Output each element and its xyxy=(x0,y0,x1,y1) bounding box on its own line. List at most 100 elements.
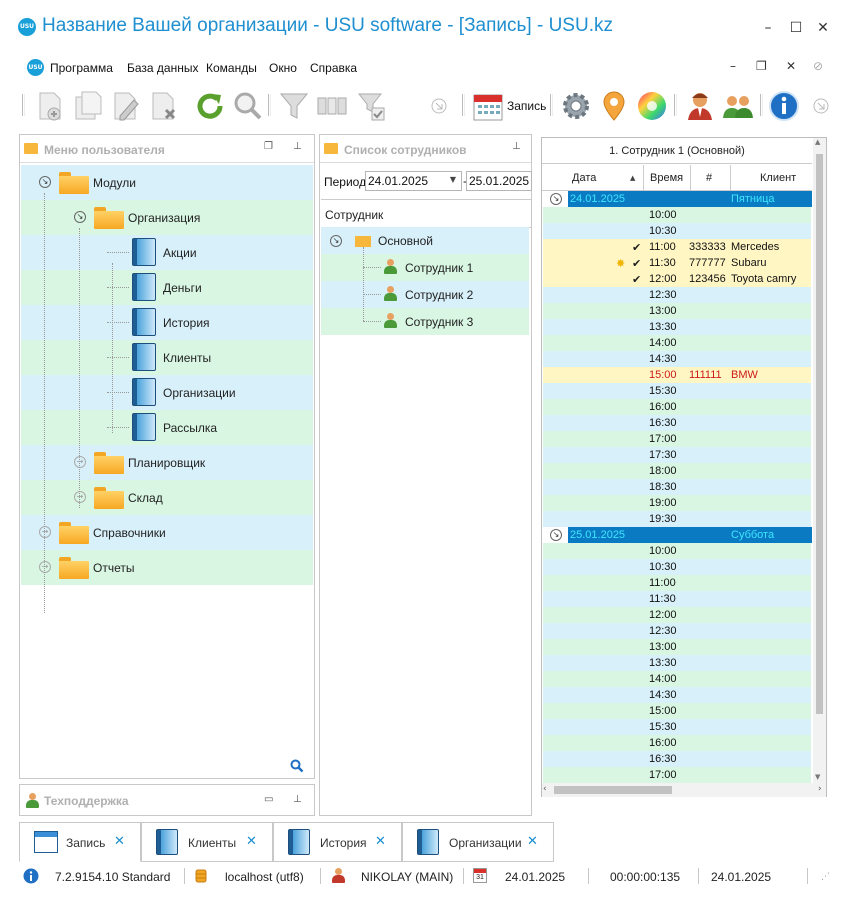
filter-icon[interactable] xyxy=(278,90,310,122)
schedule-slot-row[interactable]: 19:00 xyxy=(543,495,811,511)
employee-item[interactable]: Сотрудник 2 xyxy=(321,281,529,308)
tree-item-5[interactable]: Клиенты xyxy=(21,340,313,375)
schedule-slot-row[interactable]: 14:30 xyxy=(543,351,811,367)
expand-icon[interactable]: → xyxy=(39,526,51,538)
schedule-slot-row[interactable]: 13:30 xyxy=(543,655,811,671)
tree-item-8[interactable]: → Планировщик xyxy=(21,445,313,480)
column-client[interactable]: Клиент xyxy=(760,172,796,184)
schedule-slot-row[interactable]: 12:00 xyxy=(543,607,811,623)
calendar-icon[interactable] xyxy=(472,90,504,122)
expand-icon[interactable]: → xyxy=(39,561,51,573)
menu-program[interactable]: Программа xyxy=(50,61,113,75)
schedule-slot-row[interactable]: 18:00 xyxy=(543,463,811,479)
menu-commands[interactable]: Команды xyxy=(206,61,257,75)
employee-item[interactable]: Сотрудник 3 xyxy=(321,308,529,335)
add-icon[interactable] xyxy=(34,90,66,122)
collapse-icon[interactable]: ↘ xyxy=(39,176,51,188)
schedule-slot-row[interactable]: 13:00 xyxy=(543,303,811,319)
schedule-slot-row[interactable]: 14:30 xyxy=(543,687,811,703)
collapse-icon[interactable]: ↘ xyxy=(74,211,86,223)
tree-item-7[interactable]: Рассылка xyxy=(21,410,313,445)
column-date[interactable]: Дата xyxy=(572,172,596,184)
schedule-slot-row[interactable]: 12:30 xyxy=(543,287,811,303)
menu-database[interactable]: База данных xyxy=(127,61,198,75)
schedule-slot-row[interactable]: 17:30 xyxy=(543,447,811,463)
schedule-slot-row[interactable]: 18:30 xyxy=(543,479,811,495)
schedule-slot-row[interactable]: 12:30 xyxy=(543,623,811,639)
tree-item-2[interactable]: Акции xyxy=(21,235,313,270)
schedule-slot-row[interactable]: 10:30 xyxy=(543,223,811,239)
user-icon[interactable] xyxy=(684,90,716,122)
tab-2[interactable]: История ✕ xyxy=(273,822,402,862)
schedule-slot-row[interactable]: 15:30 xyxy=(543,383,811,399)
tab-1[interactable]: Клиенты ✕ xyxy=(141,822,273,862)
filter-columns-icon[interactable] xyxy=(316,90,348,122)
tab-3[interactable]: Организации ✕ xyxy=(402,822,554,862)
horizontal-scroll-thumb[interactable] xyxy=(554,786,672,794)
schedule-slot-row[interactable]: 15:00 xyxy=(543,703,811,719)
schedule-day-row[interactable]: ↘ 25.01.2025 Суббота xyxy=(543,527,812,543)
schedule-slot-row[interactable]: 16:00 xyxy=(543,735,811,751)
zapis-label[interactable]: Запись xyxy=(507,99,546,113)
collapse-icon[interactable]: ↘ xyxy=(330,235,342,247)
search-icon[interactable] xyxy=(290,759,304,773)
minimize-panel-icon[interactable]: ▭ xyxy=(264,794,273,805)
employee-column-header[interactable]: Сотрудник xyxy=(321,199,531,228)
vertical-scroll-thumb[interactable] xyxy=(816,154,823,714)
scroll-right-icon[interactable]: › xyxy=(818,784,822,794)
search-icon[interactable] xyxy=(232,90,264,122)
tab-close-button[interactable]: ✕ xyxy=(527,834,538,849)
tree-item-4[interactable]: История xyxy=(21,305,313,340)
app-menu-logo-icon[interactable]: USU xyxy=(27,59,44,76)
schedule-slot-row[interactable]: 10:30 xyxy=(543,559,811,575)
color-wheel-icon[interactable] xyxy=(636,90,668,122)
employee-item[interactable]: Сотрудник 1 xyxy=(321,254,529,281)
schedule-slot-row[interactable]: 19:30 xyxy=(543,511,811,527)
schedule-slot-row[interactable]: 13:30 xyxy=(543,319,811,335)
tab-close-button[interactable]: ✕ xyxy=(246,834,257,849)
scroll-up-icon[interactable]: ▲ xyxy=(815,138,820,146)
mdi-minimize-button[interactable]: – xyxy=(730,59,736,73)
column-number[interactable]: # xyxy=(706,172,712,184)
schedule-slot-row[interactable]: 16:30 xyxy=(543,415,811,431)
users-icon[interactable] xyxy=(722,90,754,122)
location-icon[interactable] xyxy=(598,90,630,122)
schedule-slot-row[interactable]: 14:00 xyxy=(543,671,811,687)
resize-grip-icon[interactable]: ⋰ xyxy=(821,872,830,882)
schedule-slot-row[interactable]: 13:00 xyxy=(543,639,811,655)
date-from-input[interactable]: 24.01.2025 ▼ xyxy=(365,171,462,191)
tree-item-0[interactable]: ↘ Модули xyxy=(21,165,313,200)
float-panel-icon[interactable]: ❐ xyxy=(264,141,273,152)
tab-close-button[interactable]: ✕ xyxy=(114,834,125,849)
schedule-slot-row[interactable]: ✔ 12:00 123456 Toyota camry xyxy=(543,271,811,287)
pin-icon[interactable]: ⊥ xyxy=(293,794,302,805)
menu-help[interactable]: Справка xyxy=(310,61,357,75)
schedule-slot-row[interactable]: 17:00 xyxy=(543,431,811,447)
collapse-icon[interactable]: ↘ xyxy=(550,193,562,205)
schedule-slot-row[interactable]: 10:00 xyxy=(543,207,811,223)
maximize-button[interactable]: ☐ xyxy=(784,16,808,40)
mdi-restore-button[interactable]: ❐ xyxy=(756,59,767,73)
tree-item-11[interactable]: → Отчеты xyxy=(21,550,313,585)
schedule-slot-row[interactable]: 11:30 xyxy=(543,591,811,607)
close-button[interactable]: ✕ xyxy=(811,16,835,40)
date-to-input[interactable]: 25.01.2025 xyxy=(466,171,532,191)
schedule-slot-row[interactable]: 16:00 xyxy=(543,399,811,415)
schedule-slot-row[interactable]: 16:30 xyxy=(543,751,811,767)
schedule-slot-row[interactable]: 10:00 xyxy=(543,543,811,559)
collapse-icon[interactable]: ↘ xyxy=(550,529,562,541)
settings-icon[interactable] xyxy=(560,90,592,122)
employee-group-row[interactable]: ↘ Основной xyxy=(321,227,529,254)
vertical-scrollbar[interactable]: ▲ ▼ xyxy=(813,138,826,783)
tab-close-button[interactable]: ✕ xyxy=(375,834,386,849)
tree-item-3[interactable]: Деньги xyxy=(21,270,313,305)
tree-item-9[interactable]: → Склад xyxy=(21,480,313,515)
pin-icon[interactable]: ⊥ xyxy=(293,141,302,152)
filter-apply-icon[interactable] xyxy=(356,90,388,122)
expand-icon[interactable]: → xyxy=(74,456,86,468)
schedule-slot-row[interactable]: 14:00 xyxy=(543,335,811,351)
tree-item-10[interactable]: → Справочники xyxy=(21,515,313,550)
info-icon[interactable] xyxy=(768,90,800,122)
expand-icon[interactable]: → xyxy=(74,491,86,503)
copy-icon[interactable] xyxy=(72,90,104,122)
